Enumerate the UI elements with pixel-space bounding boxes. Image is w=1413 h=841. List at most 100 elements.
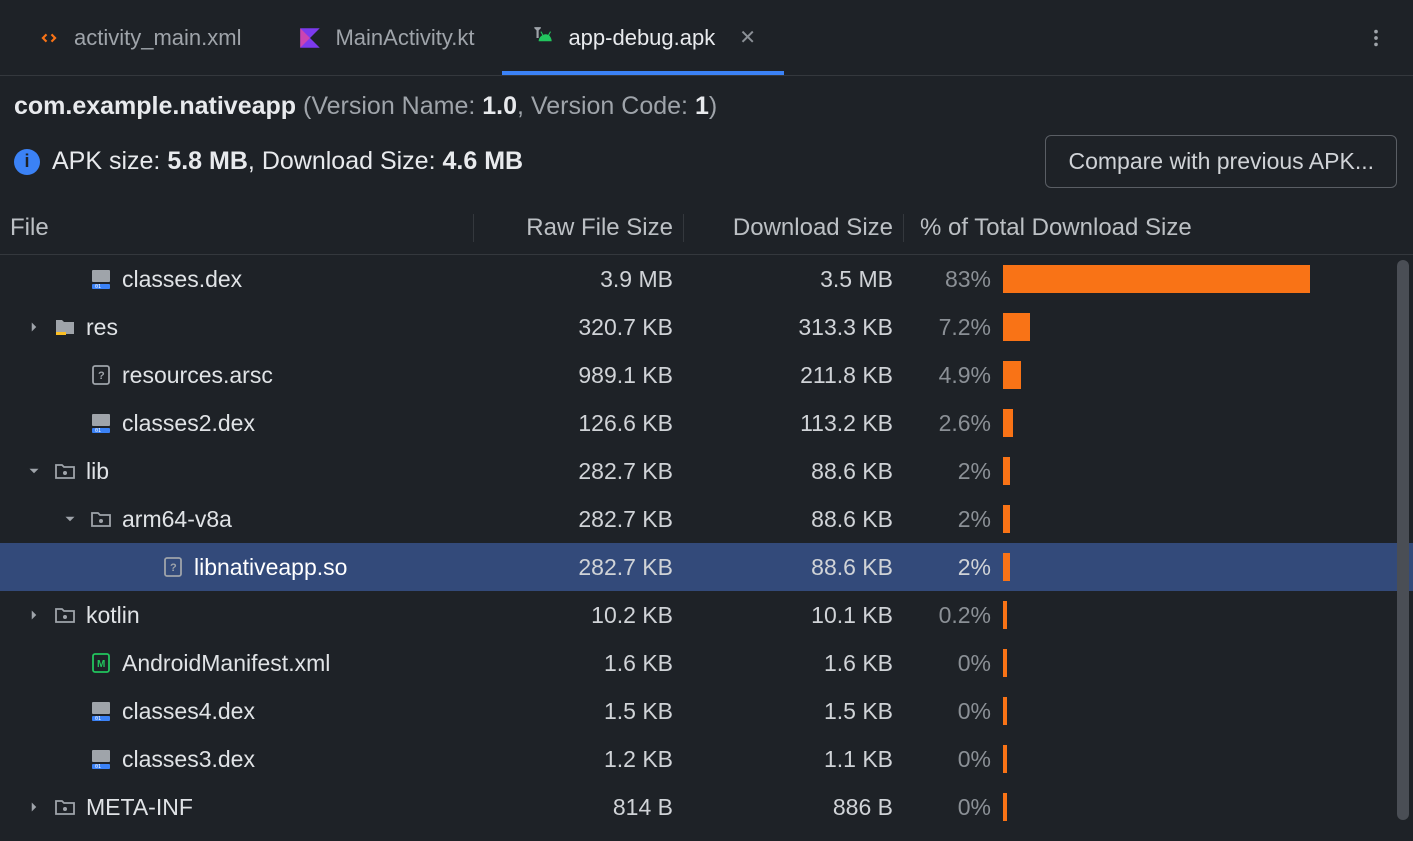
file-tree: classes.dex 3.9 MB 3.5 MB 83% res 320.7 … <box>0 255 1413 831</box>
folder-dot-icon <box>88 506 114 532</box>
dex-icon <box>88 266 114 292</box>
scrollbar-thumb[interactable] <box>1397 260 1409 820</box>
file-name: lib <box>86 458 109 485</box>
file-name: META-INF <box>86 794 193 821</box>
download-size: 886 B <box>683 794 903 821</box>
apk-icon <box>530 25 556 51</box>
pct-value: 4.9% <box>903 362 1003 389</box>
download-size: 1.5 KB <box>683 698 903 725</box>
pct-value: 0% <box>903 650 1003 677</box>
file-name: kotlin <box>86 602 140 629</box>
file-name: arm64-v8a <box>122 506 232 533</box>
file-name: libnativeapp.so <box>194 554 347 581</box>
download-size: 88.6 KB <box>683 554 903 581</box>
chevron-right-icon[interactable] <box>24 605 44 625</box>
tab-label: activity_main.xml <box>74 25 241 51</box>
download-size: 10.1 KB <box>683 602 903 629</box>
tab-mainactivity-kt[interactable]: MainActivity.kt <box>269 0 502 75</box>
table-row[interactable]: lib 282.7 KB 88.6 KB 2% <box>0 447 1413 495</box>
table-row[interactable]: resources.arsc 989.1 KB 211.8 KB 4.9% <box>0 351 1413 399</box>
raw-size: 126.6 KB <box>473 410 683 437</box>
tab-bar: activity_main.xml MainActivity.kt app-de… <box>0 0 1413 76</box>
download-size: 313.3 KB <box>683 314 903 341</box>
table-row[interactable]: arm64-v8a 282.7 KB 88.6 KB 2% <box>0 495 1413 543</box>
download-size: 1.1 KB <box>683 746 903 773</box>
table-row[interactable]: META-INF 814 B 886 B 0% <box>0 783 1413 831</box>
chevron-down-icon[interactable] <box>24 461 44 481</box>
raw-size: 3.9 MB <box>473 266 683 293</box>
package-name: com.example.nativeapp <box>14 92 296 120</box>
raw-size: 282.7 KB <box>473 506 683 533</box>
tab-label: app-debug.apk <box>568 25 715 51</box>
folder-dot-icon <box>52 794 78 820</box>
raw-size: 1.6 KB <box>473 650 683 677</box>
pct-value: 0% <box>903 794 1003 821</box>
file-name: classes.dex <box>122 266 242 293</box>
manifest-icon <box>88 650 114 676</box>
table-row[interactable]: AndroidManifest.xml 1.6 KB 1.6 KB 0% <box>0 639 1413 687</box>
info-icon: i <box>14 149 40 175</box>
pct-bar <box>1003 313 1413 341</box>
download-size: 211.8 KB <box>683 362 903 389</box>
raw-size: 1.5 KB <box>473 698 683 725</box>
chevron-right-icon[interactable] <box>24 317 44 337</box>
pct-bar <box>1003 361 1413 389</box>
pct-value: 0% <box>903 698 1003 725</box>
pct-bar <box>1003 409 1413 437</box>
tab-app-debug-apk[interactable]: app-debug.apk ✕ <box>502 0 784 75</box>
raw-size: 320.7 KB <box>473 314 683 341</box>
xml-icon <box>36 25 62 51</box>
raw-size: 282.7 KB <box>473 458 683 485</box>
folder-dot-icon <box>52 602 78 628</box>
download-size: 1.6 KB <box>683 650 903 677</box>
table-row[interactable]: libnativeapp.so 282.7 KB 88.6 KB 2% <box>0 543 1413 591</box>
compare-button[interactable]: Compare with previous APK... <box>1045 135 1397 188</box>
unknown-icon <box>160 554 186 580</box>
pct-bar <box>1003 601 1413 629</box>
col-pct[interactable]: % of Total Download Size <box>903 214 1413 242</box>
table-row[interactable]: classes.dex 3.9 MB 3.5 MB 83% <box>0 255 1413 303</box>
package-info: com.example.nativeapp (Version Name: 1.0… <box>14 92 1397 135</box>
pct-bar <box>1003 745 1413 773</box>
scrollbar[interactable] <box>1397 260 1409 835</box>
raw-size: 989.1 KB <box>473 362 683 389</box>
file-name: classes2.dex <box>122 410 255 437</box>
col-file[interactable]: File <box>10 214 473 242</box>
folder-icon <box>52 314 78 340</box>
size-info: i APK size: 5.8 MB, Download Size: 4.6 M… <box>14 147 523 176</box>
tab-activity_main-xml[interactable]: activity_main.xml <box>8 0 269 75</box>
table-row[interactable]: classes2.dex 126.6 KB 113.2 KB 2.6% <box>0 399 1413 447</box>
pct-value: 7.2% <box>903 314 1003 341</box>
file-name: res <box>86 314 118 341</box>
download-size: 88.6 KB <box>683 458 903 485</box>
table-row[interactable]: res 320.7 KB 313.3 KB 7.2% <box>0 303 1413 351</box>
kotlin-icon <box>297 25 323 51</box>
chevron-right-icon[interactable] <box>24 797 44 817</box>
dex-icon <box>88 746 114 772</box>
file-name: classes4.dex <box>122 698 255 725</box>
more-icon <box>1365 27 1387 49</box>
table-row[interactable]: kotlin 10.2 KB 10.1 KB 0.2% <box>0 591 1413 639</box>
tab-label: MainActivity.kt <box>335 25 474 51</box>
close-icon[interactable]: ✕ <box>739 25 756 50</box>
pct-value: 83% <box>903 266 1003 293</box>
pct-bar <box>1003 457 1413 485</box>
pct-value: 2.6% <box>903 410 1003 437</box>
table-row[interactable]: classes3.dex 1.2 KB 1.1 KB 0% <box>0 735 1413 783</box>
pct-bar <box>1003 697 1413 725</box>
col-raw[interactable]: Raw File Size <box>473 214 683 242</box>
more-button[interactable] <box>1339 0 1413 75</box>
col-download[interactable]: Download Size <box>683 214 903 242</box>
raw-size: 1.2 KB <box>473 746 683 773</box>
raw-size: 10.2 KB <box>473 602 683 629</box>
pct-bar <box>1003 553 1413 581</box>
download-size: 113.2 KB <box>683 410 903 437</box>
file-name: resources.arsc <box>122 362 273 389</box>
table-row[interactable]: classes4.dex 1.5 KB 1.5 KB 0% <box>0 687 1413 735</box>
pct-value: 2% <box>903 506 1003 533</box>
chevron-down-icon[interactable] <box>60 509 80 529</box>
file-name: AndroidManifest.xml <box>122 650 330 677</box>
pct-bar <box>1003 649 1413 677</box>
raw-size: 282.7 KB <box>473 554 683 581</box>
pct-value: 0% <box>903 746 1003 773</box>
